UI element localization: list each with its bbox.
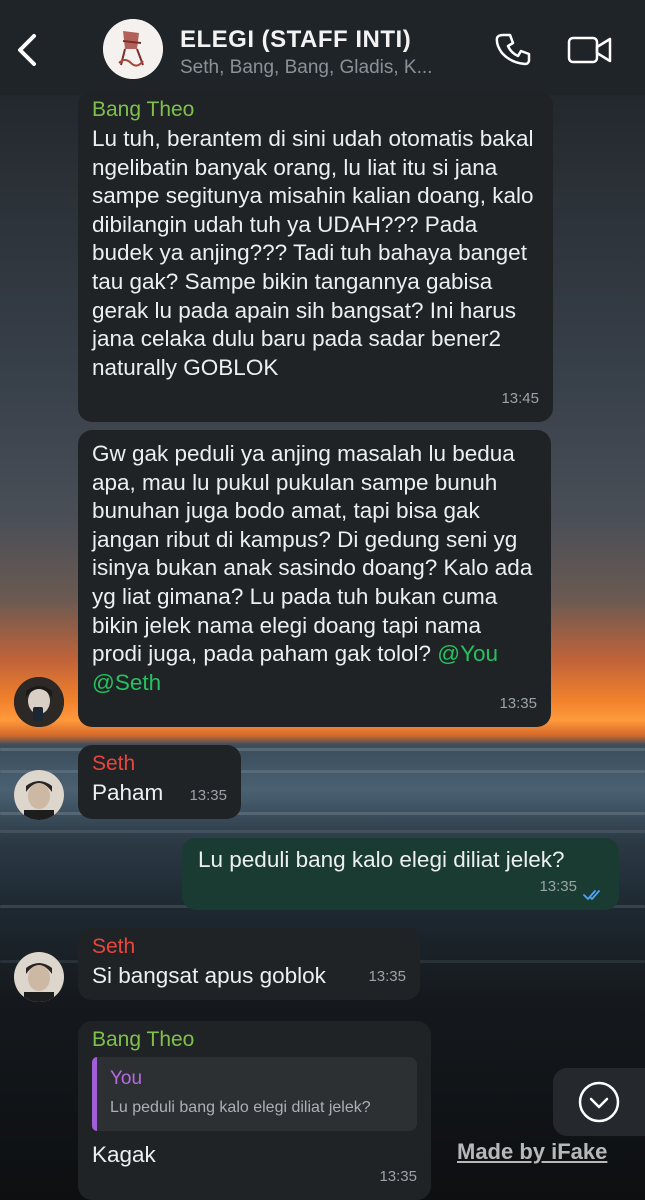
sender-avatar[interactable]: [14, 952, 64, 1002]
message-text: Lu tuh, berantem di sini udah otomatis b…: [92, 126, 534, 380]
chat-members[interactable]: Seth, Bang, Bang, Gladis, K...: [180, 57, 480, 79]
chat-header: ELEGI (STAFF INTI) Seth, Bang, Bang, Gla…: [0, 0, 645, 95]
mention-seth[interactable]: @Seth: [92, 670, 161, 695]
sender-avatar[interactable]: [14, 770, 64, 820]
reply-sender-name: You: [110, 1068, 143, 1089]
back-button[interactable]: [8, 26, 48, 74]
sender-name[interactable]: Bang Theo: [92, 1027, 417, 1053]
group-avatar[interactable]: [103, 19, 163, 79]
message-time: 13:45: [501, 390, 539, 408]
phone-icon: [495, 33, 531, 66]
message-time: 13:35: [189, 787, 227, 805]
message-bubble-outgoing[interactable]: Lu peduli bang kalo elegi diliat jelek? …: [182, 838, 619, 910]
reply-accent-bar: [92, 1057, 97, 1131]
message-body: Gw gak peduli ya anjing masalah lu bedua…: [92, 441, 533, 667]
message-bubble[interactable]: Seth Paham 13:35: [78, 745, 241, 819]
message-time: 13:35: [379, 1168, 417, 1186]
chevron-down-icon: [578, 1081, 620, 1123]
message-text: Lu peduli bang kalo elegi diliat jelek?: [198, 847, 565, 872]
message-bubble[interactable]: Gw gak peduli ya anjing masalah lu bedua…: [78, 430, 551, 727]
quoted-reply[interactable]: You Lu peduli bang kalo elegi diliat jel…: [92, 1057, 417, 1131]
message-time: 13:35: [368, 968, 406, 986]
message-text: Gw gak peduli ya anjing masalah lu bedua…: [92, 440, 537, 697]
sender-name[interactable]: Seth: [92, 751, 227, 777]
double-check-icon: [583, 890, 600, 900]
scroll-to-bottom-button[interactable]: [553, 1068, 645, 1136]
message-text: Si bangsat apus goblok: [92, 963, 326, 988]
message-time: 13:35: [539, 878, 577, 896]
voice-call-button[interactable]: [494, 30, 534, 70]
message-bubble[interactable]: Bang Theo You Lu peduli bang kalo elegi …: [78, 1021, 431, 1200]
video-camera-icon: [567, 36, 612, 64]
message-text: Kagak: [92, 1142, 156, 1167]
video-call-button[interactable]: [566, 30, 614, 70]
watermark-text: Made by iFake: [457, 1139, 608, 1164]
sender-name[interactable]: Bang Theo: [92, 97, 539, 123]
group-logo: [103, 19, 163, 79]
chat-title[interactable]: ELEGI (STAFF INTI): [180, 26, 411, 54]
reply-text: Lu peduli bang kalo elegi diliat jelek?: [110, 1099, 371, 1116]
message-time: 13:35: [499, 695, 537, 713]
message-bubble[interactable]: Seth Si bangsat apus goblok 13:35: [78, 928, 420, 1000]
back-chevron-icon: [18, 34, 36, 66]
sender-name[interactable]: Seth: [92, 934, 406, 960]
sender-avatar[interactable]: [14, 677, 64, 727]
mention-you[interactable]: @You: [437, 641, 498, 666]
message-bubble[interactable]: Bang Theo Lu tuh, berantem di sini udah …: [78, 91, 553, 422]
